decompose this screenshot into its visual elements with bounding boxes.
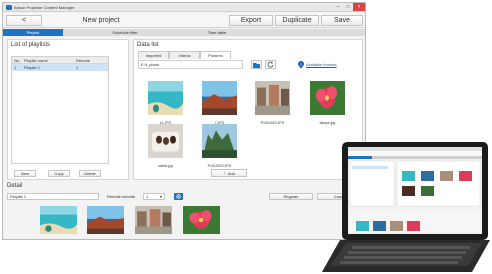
title-bar: Epson Projector Content Manager – □ × — [3, 3, 365, 12]
stage: Epson Projector Content Manager – □ × < … — [0, 0, 492, 274]
folder-button[interactable] — [251, 60, 262, 69]
detail-panel: Detail Playlist 1 Remote favorite 1 ▾ Re… — [7, 183, 363, 239]
copy-button[interactable]: Copy — [48, 170, 70, 177]
row-remote: 1 — [76, 65, 79, 70]
thumbnail-caption: sweet.jpg — [158, 164, 173, 168]
refresh-icon — [267, 61, 274, 68]
minimize-icon[interactable]: – — [333, 3, 343, 11]
thumbnail-item[interactable]: 7.JPG — [202, 81, 237, 125]
tab-videos[interactable]: Videos — [169, 51, 200, 59]
playlist-panel: List of playlists No. Playlist name Remo… — [7, 39, 129, 180]
gear-icon — [176, 194, 181, 199]
playlist-table-header: No. Playlist name Remote — [12, 57, 108, 64]
back-button[interactable]: < — [6, 15, 42, 26]
thumbnail-flower — [310, 81, 345, 115]
thumbnail-item[interactable]: P1010010.JPG — [255, 81, 290, 125]
thumbnail-item[interactable]: lakeye.jpg — [310, 81, 345, 125]
detail-thumbnail-coast[interactable] — [87, 206, 124, 234]
detail-thumbnail-flower[interactable] — [183, 206, 220, 234]
tab-time-table[interactable]: Time table — [187, 29, 247, 36]
playlist-name-field[interactable]: Playlist 1 — [7, 193, 99, 200]
column-header-name: Playlist name — [24, 57, 48, 63]
data-list-heading: Data list — [137, 42, 159, 48]
tab-pictures[interactable]: Pictures — [200, 51, 231, 59]
tab-playlist[interactable]: Playlist — [3, 29, 63, 36]
export-button[interactable]: Export — [229, 15, 273, 26]
register-button[interactable]: Register — [269, 193, 313, 200]
folder-icon — [253, 62, 260, 68]
thumbnail-coast — [202, 81, 237, 115]
remote-favorite-select[interactable]: 1 ▾ — [143, 193, 165, 200]
thumbnail-castle — [202, 124, 237, 158]
thumbnail-item[interactable]: P1010013.JPG — [202, 124, 237, 168]
available-formats-label: Available formats — [306, 61, 337, 67]
maximize-icon[interactable]: □ — [343, 3, 353, 11]
table-row[interactable]: 1 Playlist 1 1 — [12, 64, 108, 71]
row-no: 1 — [14, 65, 17, 70]
row-name: Playlist 1 — [24, 65, 41, 70]
app-title: Epson Projector Content Manager — [14, 4, 75, 10]
tab-imported[interactable]: Imported — [138, 51, 169, 59]
chevron-down-icon: ▾ — [159, 194, 162, 199]
thumbnail-item[interactable]: 11.JPG — [148, 81, 183, 125]
remote-favorite-label: Remote favorite — [107, 194, 136, 199]
settings-button[interactable] — [174, 193, 183, 200]
thumbnail-beach — [148, 81, 183, 115]
thumbnail-sweets — [148, 124, 183, 158]
column-header-no: No. — [14, 57, 21, 63]
duplicate-button[interactable]: Duplicate — [275, 15, 319, 26]
laptop-illustration — [322, 142, 490, 272]
tab-schedule-filter[interactable]: Schedule filter — [63, 29, 187, 36]
help-icon: ? — [298, 61, 304, 67]
add-button-label: Add — [227, 170, 235, 176]
detail-thumbnail-beach[interactable] — [40, 206, 77, 234]
toolbar: < New project Export Duplicate Save — [3, 13, 365, 28]
folder-path: E:\t_photo — [138, 60, 243, 69]
window-controls: – □ × — [333, 3, 365, 11]
data-list-tabs: Imported Videos Pictures — [138, 51, 231, 59]
new-button[interactable]: New — [14, 170, 36, 177]
available-formats-link[interactable]: ? Available formats — [298, 61, 337, 67]
add-button[interactable]: ↓ Add — [211, 169, 247, 177]
remote-favorite-value: 1 — [146, 194, 149, 199]
detail-thumbnail-village[interactable] — [135, 206, 172, 234]
detail-heading: Detail — [7, 183, 23, 189]
main-tabs: Playlist Schedule filter Time table — [3, 29, 365, 36]
thumbnail-caption: P1010013.JPG — [207, 164, 232, 168]
thumbnail-caption: P1010010.JPG — [260, 121, 285, 125]
playlist-heading: List of playlists — [11, 42, 51, 48]
delete-button[interactable]: Delete — [79, 170, 101, 177]
close-icon[interactable]: × — [353, 3, 365, 11]
thumbnail-item[interactable]: sweet.jpg — [148, 124, 183, 168]
refresh-button[interactable] — [265, 60, 276, 69]
column-header-remote: Remote — [76, 57, 91, 63]
project-name: New project — [82, 17, 120, 24]
app-window: Epson Projector Content Manager – □ × < … — [2, 2, 366, 240]
thumbnail-caption: lakeye.jpg — [319, 121, 336, 125]
add-down-arrow-icon: ↓ — [223, 170, 226, 176]
playlist-table: No. Playlist name Remote 1 Playlist 1 1 — [11, 56, 109, 164]
thumbnail-village — [255, 81, 290, 115]
app-icon — [6, 4, 12, 10]
save-button[interactable]: Save — [321, 15, 363, 26]
